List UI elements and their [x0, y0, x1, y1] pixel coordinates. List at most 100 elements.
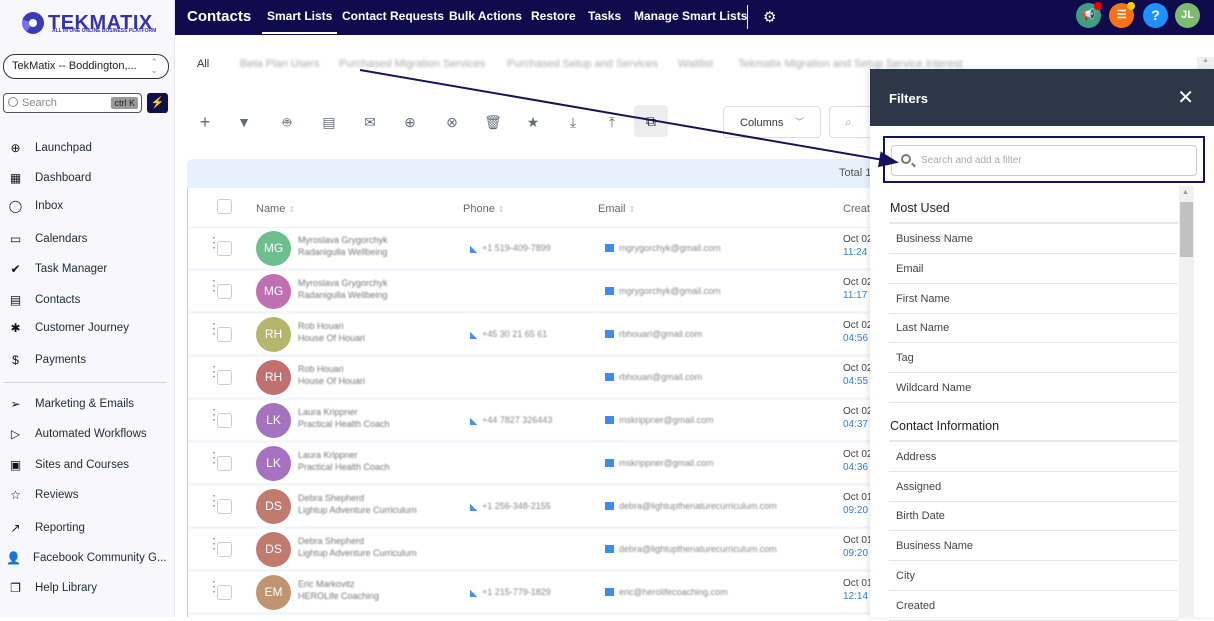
contact-name[interactable]: Debra Shepherd — [298, 492, 417, 504]
filter-option[interactable]: Business Name — [889, 531, 1178, 562]
scrollbar-thumb[interactable] — [1180, 202, 1193, 257]
filter-option[interactable]: Address — [889, 442, 1178, 472]
row-checkbox[interactable] — [217, 241, 232, 256]
row-checkbox[interactable] — [217, 585, 232, 600]
smart-list-tab[interactable]: Purchased Setup and Services — [507, 58, 658, 70]
sidebar-item-facebook-community[interactable]: 👤 Facebook Community G... — [6, 548, 167, 568]
contact-name-cell[interactable]: Laura Krippner Practical Health Coach — [298, 449, 390, 473]
row-checkbox[interactable] — [217, 327, 232, 342]
contact-name-cell[interactable]: Eric Markovitz HEROLife Coaching — [298, 578, 379, 602]
filter-option[interactable]: Created — [889, 591, 1178, 621]
filter-option[interactable]: Birth Date — [889, 501, 1178, 532]
contact-phone[interactable]: +1 519-409-7899 — [482, 243, 551, 253]
sidebar-item-reporting[interactable]: ↗ Reporting — [8, 518, 84, 538]
close-icon[interactable]: ✕ — [1177, 85, 1194, 110]
contact-name-cell[interactable]: Laura Krippner Practical Health Coach — [298, 406, 390, 430]
sidebar-item-contacts[interactable]: ▤ Contacts — [8, 290, 81, 310]
select-all-checkbox[interactable] — [217, 199, 232, 214]
contact-name[interactable]: Laura Krippner — [298, 406, 390, 418]
contact-phone[interactable]: +1 256-348-2155 — [482, 501, 551, 511]
contact-name-cell[interactable]: Rob Houari House Of Houari — [298, 320, 365, 344]
filters-scrollbar[interactable]: ▲ — [1179, 186, 1194, 617]
tab-contact-requests[interactable]: Contact Requests — [342, 9, 444, 23]
filter-icon[interactable]: ▼ — [234, 112, 254, 132]
contact-phone[interactable]: +44 7827 326443 — [482, 415, 552, 425]
tab-manage-smart-lists[interactable]: Manage Smart Lists — [634, 9, 747, 23]
contact-phone[interactable]: +1 215-779-1829 — [482, 587, 551, 597]
row-checkbox[interactable] — [217, 456, 232, 471]
import-icon[interactable]: ⤓ — [563, 112, 583, 132]
sidebar-item-customer-journey[interactable]: ✱ Customer Journey — [8, 318, 129, 338]
contact-name[interactable]: Rob Houari — [298, 320, 365, 332]
columns-dropdown[interactable]: Columns ﹀ — [723, 106, 821, 138]
contact-email[interactable]: mgrygorchyk@gmail.com — [619, 286, 721, 296]
table-row[interactable]: ⋮ LK Laura Krippner Practical Health Coach +… — [188, 400, 878, 443]
contact-email[interactable]: rbhouari@gmail.com — [619, 329, 702, 339]
contact-name-cell[interactable]: Rob Houari House Of Houari — [298, 363, 365, 387]
contact-name[interactable]: Eric Markovitz — [298, 578, 379, 590]
contact-email[interactable]: mskrippner@gmail.com — [619, 458, 714, 468]
sidebar-item-launchpad[interactable]: ⊕ Launchpad — [8, 138, 91, 158]
user-avatar[interactable]: JL — [1175, 3, 1200, 28]
help-button[interactable]: ? — [1143, 3, 1168, 28]
table-row[interactable]: ⋮ LK Laura Krippner Practical Health Coach m… — [188, 443, 878, 486]
contact-name[interactable]: Laura Krippner — [298, 449, 390, 461]
table-row[interactable]: ⋮ RH Rob Houari House Of Houari rbhouari@gma… — [188, 357, 878, 400]
message-icon[interactable]: ▤ — [319, 112, 339, 132]
sidebar-item-marketing[interactable]: ➢ Marketing & Emails — [8, 394, 134, 414]
add-icon[interactable]: + — [195, 112, 215, 132]
sidebar-search-input[interactable]: Search ctrl K — [3, 93, 142, 113]
column-header-email[interactable]: Email ⇕ — [598, 203, 635, 215]
contact-email[interactable]: mgrygorchyk@gmail.com — [619, 243, 721, 253]
filter-option[interactable]: Email — [889, 254, 1178, 284]
smart-list-icon[interactable]: ⧉ — [634, 105, 668, 137]
contact-name-cell[interactable]: Myroslava Grygorchyk Radanigulla Wellbein… — [298, 234, 388, 258]
filter-option[interactable]: Tag — [889, 343, 1178, 374]
sidebar-item-task-manager[interactable]: ✔ Task Manager — [8, 259, 107, 279]
contact-email[interactable]: rbhouari@gmail.com — [619, 372, 702, 382]
sidebar-item-inbox[interactable]: ◯ Inbox — [8, 196, 63, 216]
row-checkbox[interactable] — [217, 499, 232, 514]
contact-name[interactable]: Myroslava Grygorchyk — [298, 234, 388, 246]
row-checkbox[interactable] — [217, 370, 232, 385]
contact-name[interactable]: Debra Shepherd — [298, 535, 417, 547]
tasks-list-button[interactable]: ☰ — [1109, 2, 1135, 28]
export-icon[interactable]: ⤒ — [602, 112, 622, 132]
table-row[interactable]: ⋮ EM Eric Markovitz HEROLife Coaching +1 215… — [188, 572, 878, 615]
contact-phone[interactable]: +45 30 21 65 61 — [482, 329, 547, 339]
smart-list-tab[interactable]: Purchased Migration Services — [339, 58, 485, 70]
smart-list-tab[interactable]: Beta Plan Users — [240, 58, 319, 70]
contact-email[interactable]: mskrippner@gmail.com — [619, 415, 714, 425]
tabs-scroll-up-button[interactable]: ▲ — [1197, 57, 1214, 69]
column-header-phone[interactable]: Phone ⇕ — [463, 203, 505, 215]
table-row[interactable]: ⋮ MG Myroslava Grygorchyk Radanigulla Wellb… — [188, 228, 878, 271]
announcements-button[interactable]: 📢 — [1076, 2, 1102, 28]
filter-option[interactable]: Wildcard Name — [889, 373, 1178, 403]
contact-name-cell[interactable]: Debra Shepherd Lightup Adventure Curricul… — [298, 535, 417, 559]
add-tag-icon[interactable]: ⊕ — [400, 112, 420, 132]
tab-bulk-actions[interactable]: Bulk Actions — [449, 9, 522, 23]
settings-gear-icon[interactable]: ⚙ — [763, 8, 776, 26]
table-row[interactable]: ⋮ DS Debra Shepherd Lightup Adventure Curri… — [188, 486, 878, 529]
row-checkbox[interactable] — [217, 284, 232, 299]
robot-icon[interactable]: 🤖︎ — [277, 112, 297, 132]
tab-smart-lists[interactable]: Smart Lists — [261, 9, 338, 34]
contact-email[interactable]: debra@lightupthenaturecurriculum.com — [619, 544, 777, 554]
contact-name[interactable]: Rob Houari — [298, 363, 365, 375]
filter-option[interactable]: Business Name — [889, 224, 1178, 254]
star-icon[interactable]: ★ — [523, 112, 543, 132]
table-search-input[interactable]: ⌕ — [829, 106, 874, 138]
sidebar-item-calendars[interactable]: ▭ Calendars — [8, 229, 88, 249]
sidebar-item-workflows[interactable]: ▷ Automated Workflows — [8, 424, 147, 444]
column-header-name[interactable]: Name ⇕ — [256, 203, 295, 215]
tab-tasks[interactable]: Tasks — [588, 9, 621, 23]
email-icon[interactable]: ✉ — [360, 112, 380, 132]
sidebar-item-sites[interactable]: ▣ Sites and Courses — [8, 455, 129, 475]
contact-email[interactable]: eric@herolifecoaching.com — [619, 587, 728, 597]
quick-action-button[interactable]: ⚡ — [147, 93, 168, 113]
tab-restore[interactable]: Restore — [531, 9, 576, 23]
contact-name-cell[interactable]: Debra Shepherd Lightup Adventure Curricul… — [298, 492, 417, 516]
table-row[interactable]: ⋮ DS Debra Shepherd Lightup Adventure Curri… — [188, 529, 878, 572]
row-checkbox[interactable] — [217, 413, 232, 428]
contact-name[interactable]: Myroslava Grygorchyk — [298, 277, 388, 289]
